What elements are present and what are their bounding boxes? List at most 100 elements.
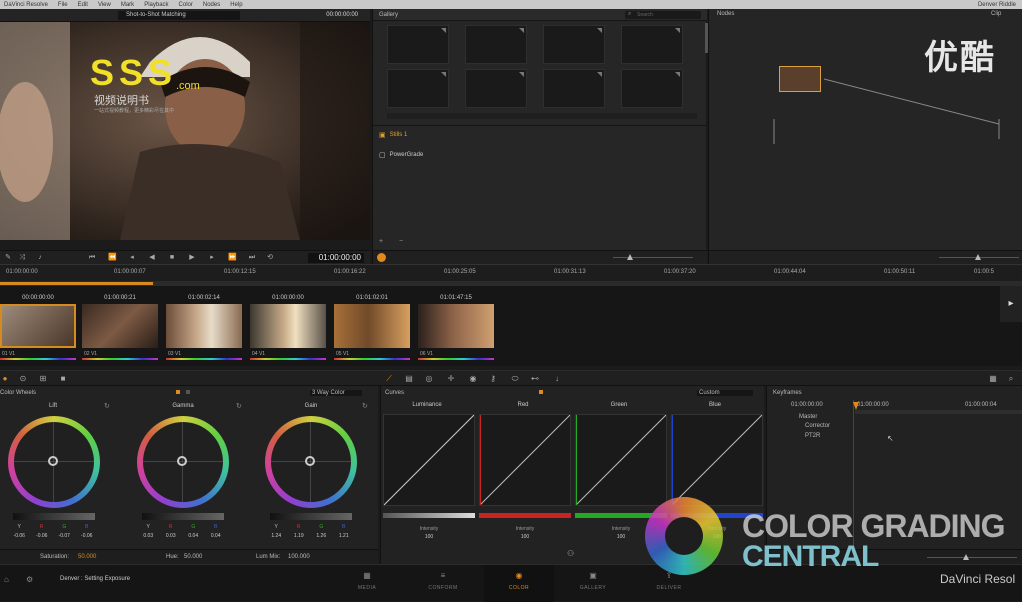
play-reverse-icon[interactable]: ◀ — [148, 254, 156, 262]
still-slot[interactable] — [543, 69, 605, 108]
gamma-wheel[interactable] — [137, 416, 229, 508]
menu-help[interactable]: Help — [230, 2, 242, 8]
add-album-icon[interactable]: + — [379, 238, 383, 245]
stereo-icon[interactable]: ⊷ — [530, 374, 540, 384]
curves-icon[interactable]: ⟋ — [384, 374, 394, 384]
gain-values[interactable]: 1.24 1.19 1.26 1.21 — [265, 533, 355, 539]
green-curve[interactable] — [575, 414, 667, 506]
page-media[interactable]: ▦ MEDIA — [336, 565, 398, 602]
track-master[interactable]: Master — [799, 414, 817, 420]
sizing-icon[interactable]: ⬭ — [510, 374, 520, 384]
red-curve[interactable] — [479, 414, 571, 506]
menu-playback[interactable]: Playback — [144, 2, 168, 8]
gallery-zoom-slider[interactable] — [613, 257, 693, 258]
menu-mark[interactable]: Mark — [121, 2, 134, 8]
lift-values[interactable]: -0.06 -0.06 -0.07 -0.06 — [8, 533, 98, 539]
timeline-ruler[interactable]: 01:00:00:00 01:00:00:07 01:00:12:15 01:0… — [0, 264, 1022, 286]
still-slot[interactable] — [543, 25, 605, 64]
luminance-curve[interactable] — [383, 414, 475, 506]
tracker-icon[interactable]: ✛ — [446, 374, 456, 384]
menu-color[interactable]: Color — [179, 2, 193, 8]
key-icon[interactable]: ⚷ — [488, 374, 498, 384]
play-icon[interactable]: ▶ — [188, 254, 196, 262]
page-indicator-active[interactable] — [176, 390, 180, 394]
remove-album-icon[interactable]: − — [399, 238, 403, 245]
clip-thumbnail[interactable] — [82, 304, 158, 348]
wheels-mode-select[interactable]: 3 Way Color — [310, 390, 362, 396]
node-corrector[interactable] — [779, 66, 821, 92]
qualifier-icon[interactable]: ▤ — [404, 374, 414, 384]
prev-clip-icon[interactable]: ⏪ — [108, 254, 117, 262]
gamma-values[interactable]: 0.03 0.03 0.04 0.04 — [137, 533, 227, 539]
viewer-mode-select[interactable]: Shot-to-Shot Matching — [118, 11, 240, 20]
album-stills[interactable]: ▣ Stills 1 — [379, 131, 407, 139]
still-slot[interactable] — [387, 25, 449, 64]
scopes-icon[interactable]: ↓ — [552, 374, 562, 384]
step-forward-icon[interactable]: ▸ — [208, 254, 216, 262]
reset-icon[interactable]: ↻ — [362, 402, 368, 410]
stop-icon[interactable]: ■ — [168, 254, 176, 262]
audio-icon[interactable]: ♪ — [36, 254, 44, 262]
reset-icon[interactable]: ↻ — [104, 402, 110, 410]
red-intensity-slider[interactable] — [479, 513, 571, 518]
page-color[interactable]: ◉ COLOR — [484, 565, 554, 602]
blur-icon[interactable]: ◉ — [468, 374, 478, 384]
last-frame-icon[interactable]: ⏭ — [248, 254, 256, 262]
loop-icon[interactable]: ⟲ — [266, 254, 274, 262]
hue-value[interactable]: 50.000 — [184, 554, 202, 560]
menu-edit[interactable]: Edit — [78, 2, 88, 8]
menu-view[interactable]: View — [98, 2, 111, 8]
step-back-icon[interactable]: ◂ — [128, 254, 136, 262]
blue-curve[interactable] — [671, 414, 763, 506]
gain-wheel[interactable] — [265, 416, 357, 508]
lift-master-slider[interactable] — [13, 513, 95, 520]
track-corrector[interactable]: Corrector — [805, 423, 830, 429]
app-menu[interactable]: DaVinci Resolve — [4, 2, 48, 8]
still-slot[interactable] — [387, 69, 449, 108]
color-wheels-icon[interactable]: ● — [0, 374, 10, 384]
scroll-right-icon[interactable]: ▸ — [1000, 286, 1022, 322]
clip-thumbnail[interactable] — [166, 304, 242, 348]
intensity-value[interactable]: 100 — [383, 534, 475, 540]
gallery-mode-icon[interactable] — [377, 253, 386, 262]
gamma-puck[interactable] — [177, 456, 187, 466]
luminance-intensity-slider[interactable] — [383, 513, 475, 518]
menu-nodes[interactable]: Nodes — [203, 2, 220, 8]
shuffle-icon[interactable]: ⤨ — [18, 254, 26, 262]
lift-wheel[interactable] — [8, 416, 100, 508]
search-tool-icon[interactable]: ⌕ — [1006, 374, 1016, 384]
still-slot[interactable] — [621, 69, 683, 108]
still-slot[interactable] — [465, 25, 527, 64]
primaries-icon[interactable]: ⊙ — [18, 374, 28, 384]
first-frame-icon[interactable]: ⏮ — [88, 254, 96, 262]
next-clip-icon[interactable]: ⏩ — [228, 254, 237, 262]
curves-mode-select[interactable]: Custom — [697, 390, 753, 396]
grid-view-icon[interactable]: ▦ — [988, 374, 998, 384]
clip-thumbnail[interactable] — [418, 304, 494, 348]
lum-mix-value[interactable]: 100.000 — [288, 554, 310, 560]
track-pt2r[interactable]: PT2R — [805, 433, 820, 439]
still-slot[interactable] — [465, 69, 527, 108]
lift-puck[interactable] — [48, 456, 58, 466]
gain-master-slider[interactable] — [270, 513, 352, 520]
gamma-master-slider[interactable] — [142, 513, 224, 520]
keyframes-ruler[interactable] — [855, 410, 1022, 414]
gain-puck[interactable] — [305, 456, 315, 466]
clip-thumbnail[interactable] — [0, 304, 76, 348]
menu-file[interactable]: File — [58, 2, 68, 8]
intensity-value[interactable]: 100 — [479, 534, 571, 540]
page-indicator-active[interactable] — [539, 390, 543, 394]
tool-icon[interactable]: ✎ — [4, 254, 12, 262]
raw-icon[interactable]: ⊞ — [38, 374, 48, 384]
keyframes-zoom-slider[interactable] — [927, 557, 1017, 558]
clip-thumbnail[interactable] — [334, 304, 410, 348]
camera-icon[interactable]: ■ — [58, 374, 68, 384]
window-icon[interactable]: ◎ — [424, 374, 434, 384]
clip-thumbnail[interactable] — [250, 304, 326, 348]
home-icon[interactable]: ⌂ — [4, 575, 9, 584]
nodes-mode[interactable]: Clip — [991, 11, 1001, 17]
saturation-value[interactable]: 50.000 — [78, 554, 96, 560]
page-indicator[interactable] — [186, 390, 190, 394]
album-powergrade[interactable]: ▢ PowerGrade — [379, 151, 423, 159]
page-conform[interactable]: ≡ CONFORM — [412, 565, 474, 602]
